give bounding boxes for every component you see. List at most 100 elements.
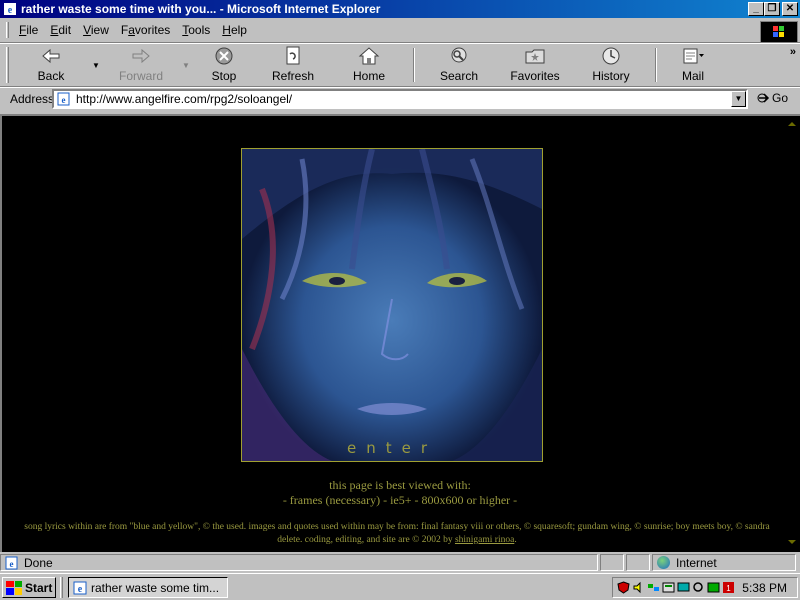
go-button[interactable]: Go <box>756 91 788 105</box>
restore-button[interactable]: ❐ <box>764 2 780 16</box>
system-tray: 1 5:38 PM <box>612 577 798 598</box>
status-bar: e Done Internet <box>0 554 800 572</box>
mail-button[interactable]: Mail <box>663 44 723 86</box>
home-icon <box>358 47 380 65</box>
address-url: http://www.angelfire.com/rpg2/soloangel/ <box>76 92 293 106</box>
taskbar-clock[interactable]: 5:38 PM <box>742 581 787 595</box>
status-progress-cell <box>600 554 624 571</box>
mail-label: Mail <box>681 69 704 83</box>
svg-text:e: e <box>8 5 13 16</box>
network-icon[interactable] <box>647 581 660 594</box>
page-icon: e <box>57 92 70 106</box>
disk-icon[interactable] <box>707 581 720 594</box>
forward-dropdown[interactable]: ▼ <box>179 44 193 86</box>
svg-text:e: e <box>62 95 66 105</box>
address-bar: Address e http://www.angelfire.com/rpg2/… <box>0 88 800 110</box>
minimize-button[interactable]: _ <box>748 2 764 16</box>
menu-bar: File Edit View Favorites Tools Help <box>0 20 800 40</box>
menu-view[interactable]: View <box>77 23 115 37</box>
status-text: Done <box>24 555 53 570</box>
back-dropdown[interactable]: ▼ <box>89 44 103 86</box>
toolbar-grip[interactable] <box>6 47 9 83</box>
windows-logo-throbber <box>760 21 798 43</box>
address-label: Address <box>10 92 55 106</box>
internet-globe-icon <box>657 556 670 569</box>
go-arrow-icon <box>757 93 770 103</box>
refresh-label: Refresh <box>271 69 315 83</box>
back-label: Back <box>37 69 65 83</box>
start-label: Start <box>25 580 53 595</box>
menu-help[interactable]: Help <box>216 23 253 37</box>
address-dropdown-button[interactable]: ▼ <box>731 91 746 107</box>
address-input[interactable]: e http://www.angelfire.com/rpg2/soloange… <box>52 89 748 109</box>
taskbar-grip <box>60 577 63 598</box>
favorites-label: Favorites <box>510 69 560 83</box>
forward-arrow-icon <box>132 48 150 64</box>
scheduler-icon[interactable] <box>662 581 675 594</box>
search-button[interactable]: Search <box>421 44 497 86</box>
requirements-line: - frames (necessary) - ie5+ - 800x600 or… <box>282 493 518 507</box>
page-done-icon: e <box>5 556 18 569</box>
svg-text:1: 1 <box>726 584 731 593</box>
credits-end: . <box>514 535 517 545</box>
volume-icon[interactable] <box>632 581 645 594</box>
close-button[interactable]: ✕ <box>782 2 798 16</box>
back-arrow-icon <box>42 48 60 64</box>
window-title: rather waste some time with you... - Mic… <box>21 2 381 16</box>
go-label: Go <box>772 91 789 105</box>
standard-toolbar: Back ▼ Forward ▼ Stop Refresh Home Searc… <box>0 44 800 86</box>
menu-favorites[interactable]: Favorites <box>115 23 176 37</box>
favorites-button[interactable]: Favorites <box>497 44 573 86</box>
toolbar-more-chevron[interactable]: » <box>790 46 796 58</box>
search-label: Search <box>439 69 479 83</box>
antivirus-icon[interactable]: 1 <box>722 581 735 594</box>
stop-button[interactable]: Stop <box>193 44 255 86</box>
status-zone: Internet <box>652 554 796 571</box>
menu-file[interactable]: File <box>13 23 44 37</box>
scroll-up-arrow[interactable] <box>788 122 796 126</box>
refresh-icon <box>286 46 300 65</box>
page-content: enter this page is best viewed with: - f… <box>0 114 800 552</box>
windows-flag-icon <box>6 580 22 595</box>
search-tray-icon[interactable] <box>692 581 705 594</box>
toolbar-separator <box>655 48 657 82</box>
enter-link-text[interactable]: enter <box>242 439 542 457</box>
menubar-grip[interactable] <box>6 22 9 38</box>
status-main: e Done <box>0 554 598 571</box>
shield-icon[interactable] <box>617 581 630 594</box>
title-bar[interactable]: e rather waste some time with you... - M… <box>0 0 800 18</box>
ie-icon: e <box>73 581 87 595</box>
taskbar-ie-window[interactable]: e rather waste some tim... <box>68 577 228 598</box>
status-security-cell <box>626 554 650 571</box>
taskbar: Start e rather waste some tim... 1 5:38 … <box>0 573 800 600</box>
taskbar-ie-label: rather waste some tim... <box>91 580 220 595</box>
refresh-button[interactable]: Refresh <box>255 44 331 86</box>
ie-icon: e <box>4 3 16 16</box>
portrait-image <box>242 149 542 461</box>
browser-window: e rather waste some time with you... - M… <box>0 0 800 600</box>
stop-label: Stop <box>211 69 237 83</box>
svg-text:e: e <box>78 584 83 595</box>
search-icon <box>451 47 467 63</box>
best-viewed-heading: this page is best viewed with: <box>329 478 471 492</box>
menu-tools[interactable]: Tools <box>176 23 216 37</box>
forward-button[interactable]: Forward <box>103 44 179 86</box>
enter-portrait-link[interactable]: enter <box>241 148 543 462</box>
author-link[interactable]: shinigami rinoa <box>455 535 514 545</box>
credits-body: song lyrics within are from "blue and ye… <box>24 522 770 545</box>
svg-text:e: e <box>10 559 14 569</box>
toolbar-separator <box>413 48 415 82</box>
start-button[interactable]: Start <box>2 577 56 598</box>
stop-icon <box>215 47 233 65</box>
history-icon <box>602 47 620 65</box>
zone-text: Internet <box>676 555 717 570</box>
back-button[interactable]: Back <box>13 44 89 86</box>
forward-label: Forward <box>118 69 163 83</box>
menu-edit[interactable]: Edit <box>44 23 77 37</box>
favorites-folder-icon <box>525 49 545 64</box>
scroll-down-arrow[interactable] <box>788 540 796 544</box>
history-button[interactable]: History <box>573 44 649 86</box>
home-label: Home <box>352 69 385 83</box>
home-button[interactable]: Home <box>331 44 407 86</box>
monitor-icon[interactable] <box>677 581 690 594</box>
